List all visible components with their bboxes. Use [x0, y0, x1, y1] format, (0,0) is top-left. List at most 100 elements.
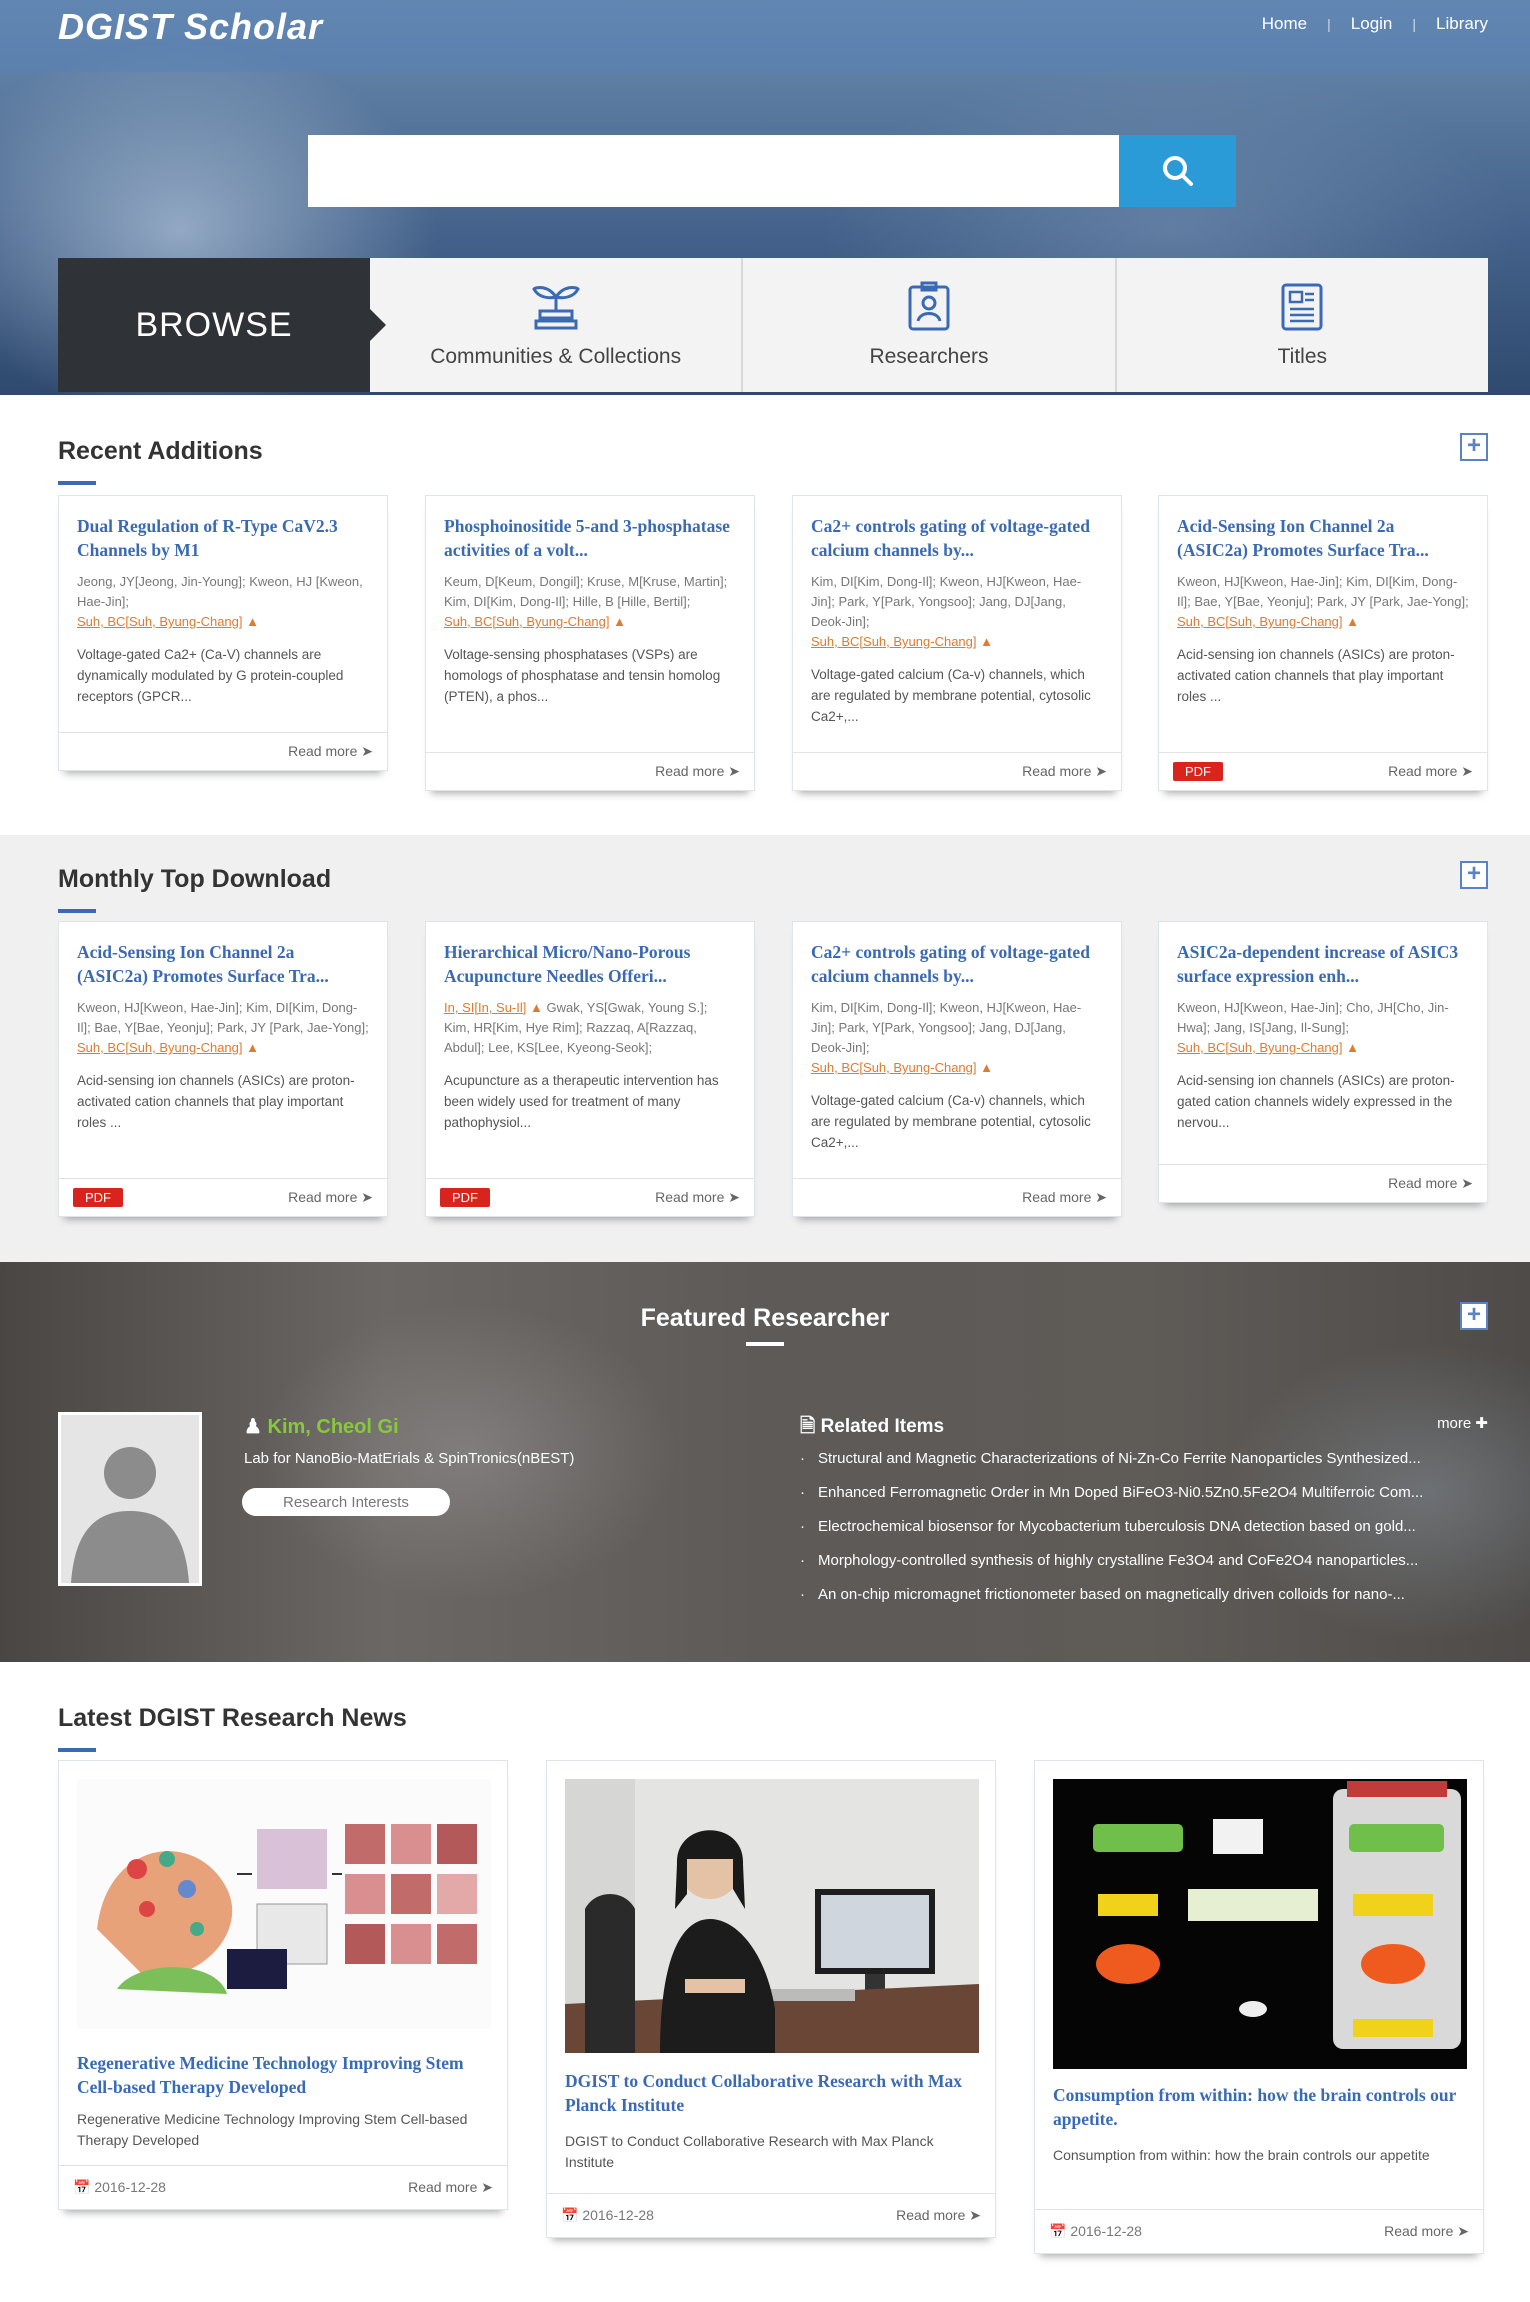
news-image[interactable]	[1053, 1779, 1467, 2069]
more-link[interactable]: more ✚	[1437, 1414, 1488, 1432]
calendar-icon: 📅	[73, 2179, 91, 2195]
news-footer: 📅 2016-12-28 Read more ➤	[59, 2165, 507, 2209]
person-icon: ▲	[980, 634, 993, 649]
read-more-link[interactable]: Read more ➤	[655, 1189, 740, 1206]
related-item-link[interactable]: Structural and Magnetic Characterization…	[800, 1442, 1488, 1476]
item-title[interactable]: Dual Regulation of R-Type CaV2.3 Channel…	[59, 496, 387, 564]
research-interests-button[interactable]: Research Interests	[242, 1488, 450, 1516]
read-more-link[interactable]: Read more ➤	[1384, 2223, 1469, 2240]
tab-communities-collections[interactable]: Communities & Collections	[370, 258, 744, 392]
item-card[interactable]: Ca2+ controls gating of voltage-gated ca…	[792, 495, 1122, 791]
news-card[interactable]: Consumption from within: how the brain c…	[1034, 1760, 1484, 2254]
news-title[interactable]: Regenerative Medicine Technology Improvi…	[77, 2051, 491, 2099]
nav-home-link[interactable]: Home	[1262, 14, 1307, 34]
item-title[interactable]: Hierarchical Micro/Nano-Porous Acupunctu…	[426, 922, 754, 990]
item-card[interactable]: Phosphoinositide 5-and 3-phosphatase act…	[425, 495, 755, 791]
related-items: 🗎 Related Itemsmore ✚ Structural and Mag…	[800, 1412, 1488, 1612]
person-icon: ▲	[246, 614, 259, 629]
news-image[interactable]	[565, 1779, 979, 2053]
recent-additions-section: Recent Additions + Dual Regulation of R-…	[0, 395, 1530, 835]
item-card[interactable]: Ca2+ controls gating of voltage-gated ca…	[792, 921, 1122, 1217]
site-logo[interactable]: DGIST Scholar	[58, 6, 323, 48]
read-more-link[interactable]: Read more ➤	[896, 2207, 981, 2224]
item-title[interactable]: Ca2+ controls gating of voltage-gated ca…	[793, 922, 1121, 990]
item-title[interactable]: Acid-Sensing Ion Channel 2a (ASIC2a) Pro…	[1159, 496, 1487, 564]
expand-plus-icon[interactable]: +	[1460, 433, 1488, 461]
tab-label: Titles	[1277, 345, 1328, 368]
item-title[interactable]: Ca2+ controls gating of voltage-gated ca…	[793, 496, 1121, 564]
item-title[interactable]: Acid-Sensing Ion Channel 2a (ASIC2a) Pro…	[59, 922, 387, 990]
person-silhouette-icon	[71, 1447, 189, 1583]
item-title[interactable]: Phosphoinositide 5-and 3-phosphatase act…	[426, 496, 754, 564]
related-item-link[interactable]: Enhanced Ferromagnetic Order in Mn Doped…	[800, 1476, 1488, 1510]
user-icon: ♟	[244, 1416, 262, 1438]
search-icon	[1162, 156, 1193, 186]
calendar-icon: 📅	[561, 2207, 579, 2223]
person-icon: ▲	[980, 1060, 993, 1075]
item-authors: Kim, DI[Kim, Dong-Il]; Kweon, HJ[Kweon, …	[811, 574, 1082, 649]
item-authors: Keum, D[Keum, Dongil]; Kruse, M[Kruse, M…	[444, 574, 728, 629]
card-footer: Read more ➤	[793, 1178, 1121, 1216]
news-footer: 📅 2016-12-28 Read more ➤	[547, 2193, 995, 2237]
news-date: 📅 2016-12-28	[1049, 2223, 1142, 2239]
news-card[interactable]: Regenerative Medicine Technology Improvi…	[58, 1760, 508, 2210]
tab-researchers[interactable]: Researchers	[743, 258, 1117, 392]
card-footer: PDF Read more ➤	[59, 1178, 387, 1216]
read-more-link[interactable]: Read more ➤	[655, 763, 740, 780]
search-button[interactable]	[1119, 135, 1236, 207]
tab-titles[interactable]: Titles	[1116, 258, 1488, 392]
item-abstract: Acid-sensing ion channels (ASICs) are pr…	[1177, 1073, 1455, 1130]
item-card[interactable]: Hierarchical Micro/Nano-Porous Acupunctu…	[425, 921, 755, 1217]
document-icon: 🗎	[800, 1416, 816, 1437]
item-title[interactable]: ASIC2a-dependent increase of ASIC3 surfa…	[1159, 922, 1487, 990]
news-date: 📅 2016-12-28	[73, 2179, 166, 2195]
nav-separator: |	[1327, 16, 1331, 32]
pdf-badge[interactable]: PDF	[73, 1188, 123, 1207]
related-item-link[interactable]: An on-chip micromagnet frictionometer ba…	[800, 1578, 1488, 1612]
read-more-link[interactable]: Read more ➤	[1022, 763, 1107, 780]
expand-plus-icon[interactable]: +	[1460, 861, 1488, 889]
researcher-lab: Lab for NanoBio-MatErials & SpinTronics(…	[244, 1450, 575, 1467]
related-item-link[interactable]: Electrochemical biosensor for Mycobacter…	[800, 1510, 1488, 1544]
search-bar	[308, 135, 1236, 207]
news-card[interactable]: DGIST to Conduct Collaborative Research …	[546, 1760, 996, 2238]
top-bar: DGIST Scholar Home | Login | Library	[0, 0, 1530, 72]
item-card[interactable]: Dual Regulation of R-Type CaV2.3 Channel…	[58, 495, 388, 771]
top-nav: Home | Login | Library	[1262, 14, 1488, 34]
item-card[interactable]: Acid-Sensing Ion Channel 2a (ASIC2a) Pro…	[58, 921, 388, 1217]
search-input[interactable]	[308, 135, 1119, 207]
read-more-link[interactable]: Read more ➤	[408, 2179, 493, 2196]
nav-library-link[interactable]: Library	[1436, 14, 1488, 34]
item-card[interactable]: Acid-Sensing Ion Channel 2a (ASIC2a) Pro…	[1158, 495, 1488, 791]
person-icon: ▲	[613, 614, 626, 629]
browse-label: BROWSE	[58, 258, 386, 392]
news-image[interactable]	[77, 1779, 491, 2029]
read-more-link[interactable]: Read more ➤	[1022, 1189, 1107, 1206]
browse-bar: BROWSE Communities & Collections Researc…	[58, 258, 1488, 392]
item-abstract: Voltage-gated calcium (Ca-v) channels, w…	[811, 667, 1091, 724]
monthly-top-download-section: Monthly Top Download + Acid-Sensing Ion …	[0, 835, 1530, 1262]
item-card[interactable]: ASIC2a-dependent increase of ASIC3 surfa…	[1158, 921, 1488, 1203]
researcher-name[interactable]: ♟ Kim, Cheol Gi	[244, 1414, 399, 1439]
tab-label: Communities & Collections	[430, 345, 682, 368]
news-title[interactable]: DGIST to Conduct Collaborative Research …	[565, 2069, 979, 2117]
card-footer: Read more ➤	[59, 732, 387, 770]
related-item-link[interactable]: Morphology-controlled synthesis of highl…	[800, 1544, 1488, 1578]
tab-label: Researchers	[869, 345, 989, 368]
expand-plus-icon[interactable]: +	[1460, 1302, 1488, 1330]
read-more-link[interactable]: Read more ➤	[1388, 1175, 1473, 1192]
item-abstract: Acid-sensing ion channels (ASICs) are pr…	[1177, 647, 1455, 704]
id-badge-icon	[908, 281, 950, 331]
nav-login-link[interactable]: Login	[1351, 14, 1393, 34]
read-more-link[interactable]: Read more ➤	[288, 743, 373, 760]
pdf-badge[interactable]: PDF	[1173, 762, 1223, 781]
read-more-link[interactable]: Read more ➤	[288, 1189, 373, 1206]
title-underline	[746, 1342, 784, 1346]
diagram-figure-image	[1053, 1779, 1467, 2069]
read-more-link[interactable]: Read more ➤	[1388, 763, 1473, 780]
person-icon: ▲	[1346, 614, 1359, 629]
news-title[interactable]: Consumption from within: how the brain c…	[1053, 2083, 1467, 2131]
pdf-badge[interactable]: PDF	[440, 1188, 490, 1207]
researcher-avatar[interactable]	[58, 1412, 202, 1586]
item-authors: In, SI[In, Su-Il] ▲ Gwak, YS[Gwak, Young…	[444, 1000, 708, 1055]
